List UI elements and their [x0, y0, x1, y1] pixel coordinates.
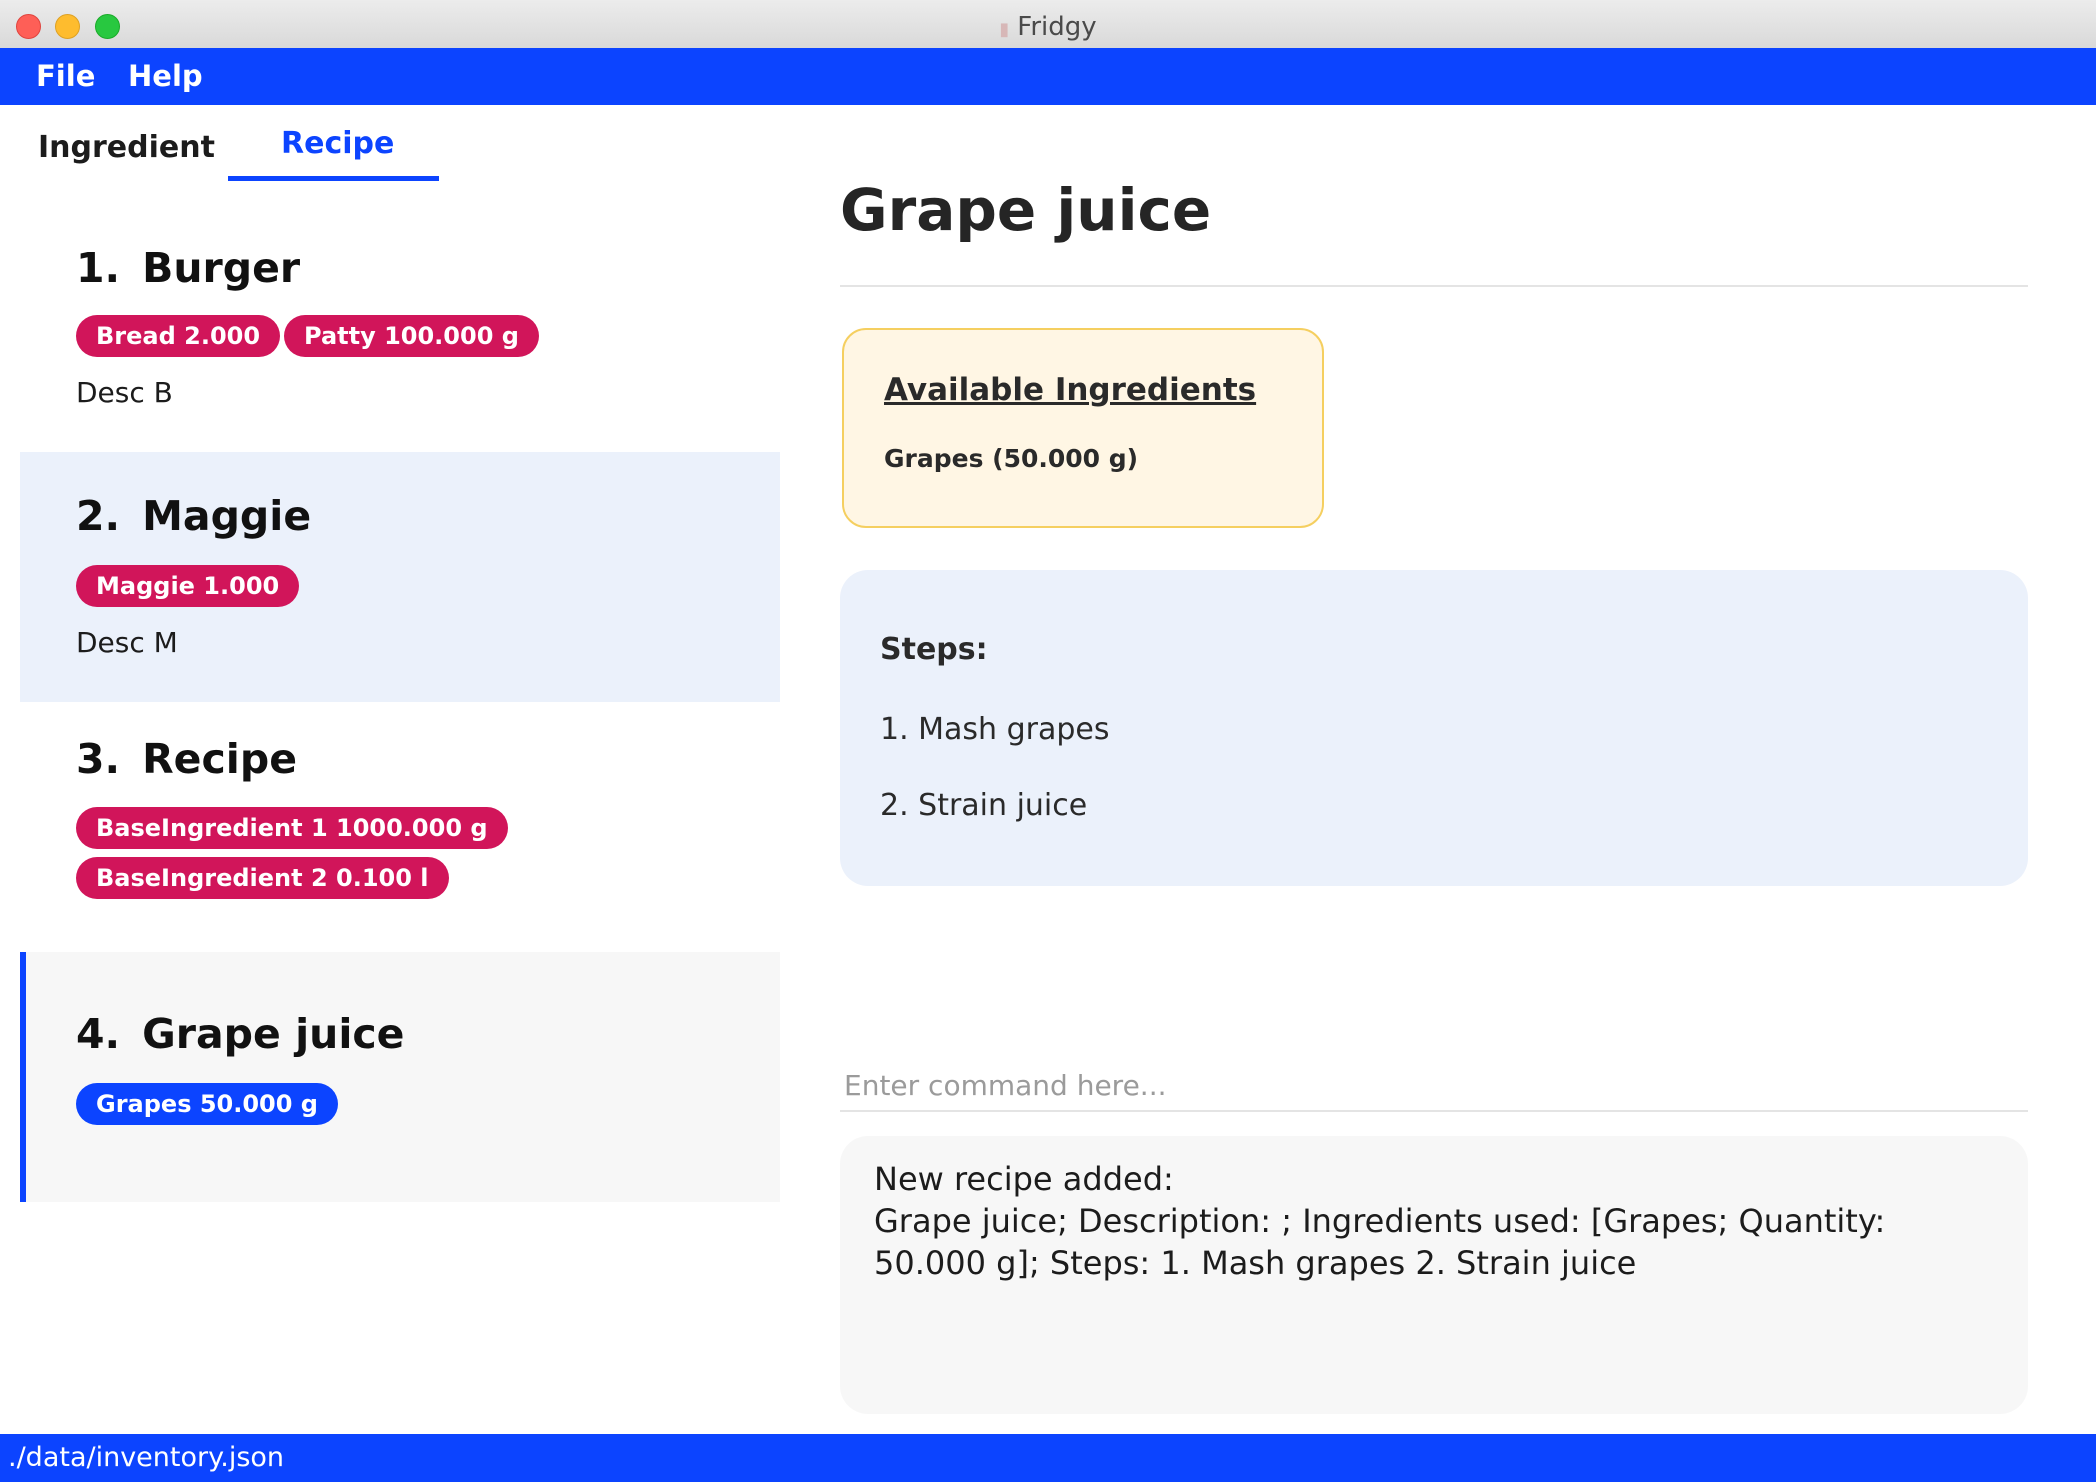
- ingredient-tag: Maggie 1.000: [76, 565, 300, 607]
- data-file-path: ./data/inventory.json: [8, 1442, 285, 1473]
- recipe-title: 3. Recipe: [76, 735, 297, 783]
- ingredient-tag: Patty 100.000 g: [284, 315, 539, 357]
- menu-file[interactable]: File: [36, 59, 95, 93]
- recipe-description: Desc M: [76, 626, 178, 659]
- recipe-name: Recipe: [142, 735, 298, 783]
- steps-panel: Steps: 1. Mash grapes 2. Strain juice: [840, 570, 2028, 886]
- available-ingredients-heading: Available Ingredients: [884, 372, 1257, 408]
- divider: [840, 285, 2028, 287]
- recipe-name: Grape juice: [142, 1010, 405, 1058]
- step-item: 2. Strain juice: [880, 788, 1088, 823]
- available-ingredient-item: Grapes (50.000 g): [884, 444, 1139, 473]
- window-title-text: Fridgy: [1017, 12, 1097, 42]
- active-tab-indicator: [228, 176, 439, 181]
- recipe-name: Burger: [142, 244, 301, 292]
- recipe-card-maggie[interactable]: 2. Maggie Maggie 1.000 Desc M: [20, 452, 780, 702]
- recipe-name: Maggie: [142, 492, 312, 540]
- ingredient-tag: Bread 2.000: [76, 315, 281, 357]
- recipe-index: 2.: [76, 492, 121, 540]
- menu-bar: File Help: [0, 48, 2096, 105]
- recipe-card-burger[interactable]: 1. Burger Bread 2.000 Patty 100.000 g Des…: [20, 202, 780, 452]
- title-bar: ▮ Fridgy: [0, 0, 2096, 49]
- ingredient-tag: BaseIngredient 1 1000.000 g: [76, 807, 508, 849]
- status-bar: ./data/inventory.json: [0, 1434, 2096, 1482]
- available-ingredients-panel: Available Ingredients Grapes (50.000 g): [842, 328, 1324, 528]
- ingredient-tag: Grapes 50.000 g: [76, 1083, 338, 1125]
- recipe-index: 1.: [76, 244, 121, 292]
- recipe-detail-title: Grape juice: [840, 176, 1212, 244]
- recipe-title: 1. Burger: [76, 244, 300, 292]
- fridge-icon: ▮: [999, 19, 1010, 40]
- menu-help[interactable]: Help: [128, 59, 203, 93]
- steps-heading: Steps:: [880, 632, 988, 667]
- step-item: 1. Mash grapes: [880, 712, 1110, 747]
- result-message: New recipe added: Grape juice; Descripti…: [874, 1160, 1886, 1282]
- tab-recipe[interactable]: Recipe: [281, 126, 394, 161]
- ingredient-tag: BaseIngredient 2 0.100 l: [76, 857, 449, 899]
- recipe-index: 3.: [76, 735, 121, 783]
- command-input[interactable]: [840, 1060, 2028, 1112]
- window-title: ▮ Fridgy: [0, 12, 2096, 42]
- recipe-description: Desc B: [76, 376, 173, 409]
- recipe-title: 4. Grape juice: [76, 1010, 405, 1058]
- recipe-index: 4.: [76, 1010, 121, 1058]
- tab-ingredient[interactable]: Ingredient: [38, 130, 215, 165]
- result-display: New recipe added: Grape juice; Descripti…: [840, 1136, 2028, 1414]
- recipe-card-grape-juice[interactable]: 4. Grape juice Grapes 50.000 g: [20, 952, 780, 1202]
- recipe-card-recipe[interactable]: 3. Recipe BaseIngredient 1 1000.000 g Bas…: [20, 702, 780, 952]
- recipe-title: 2. Maggie: [76, 492, 311, 540]
